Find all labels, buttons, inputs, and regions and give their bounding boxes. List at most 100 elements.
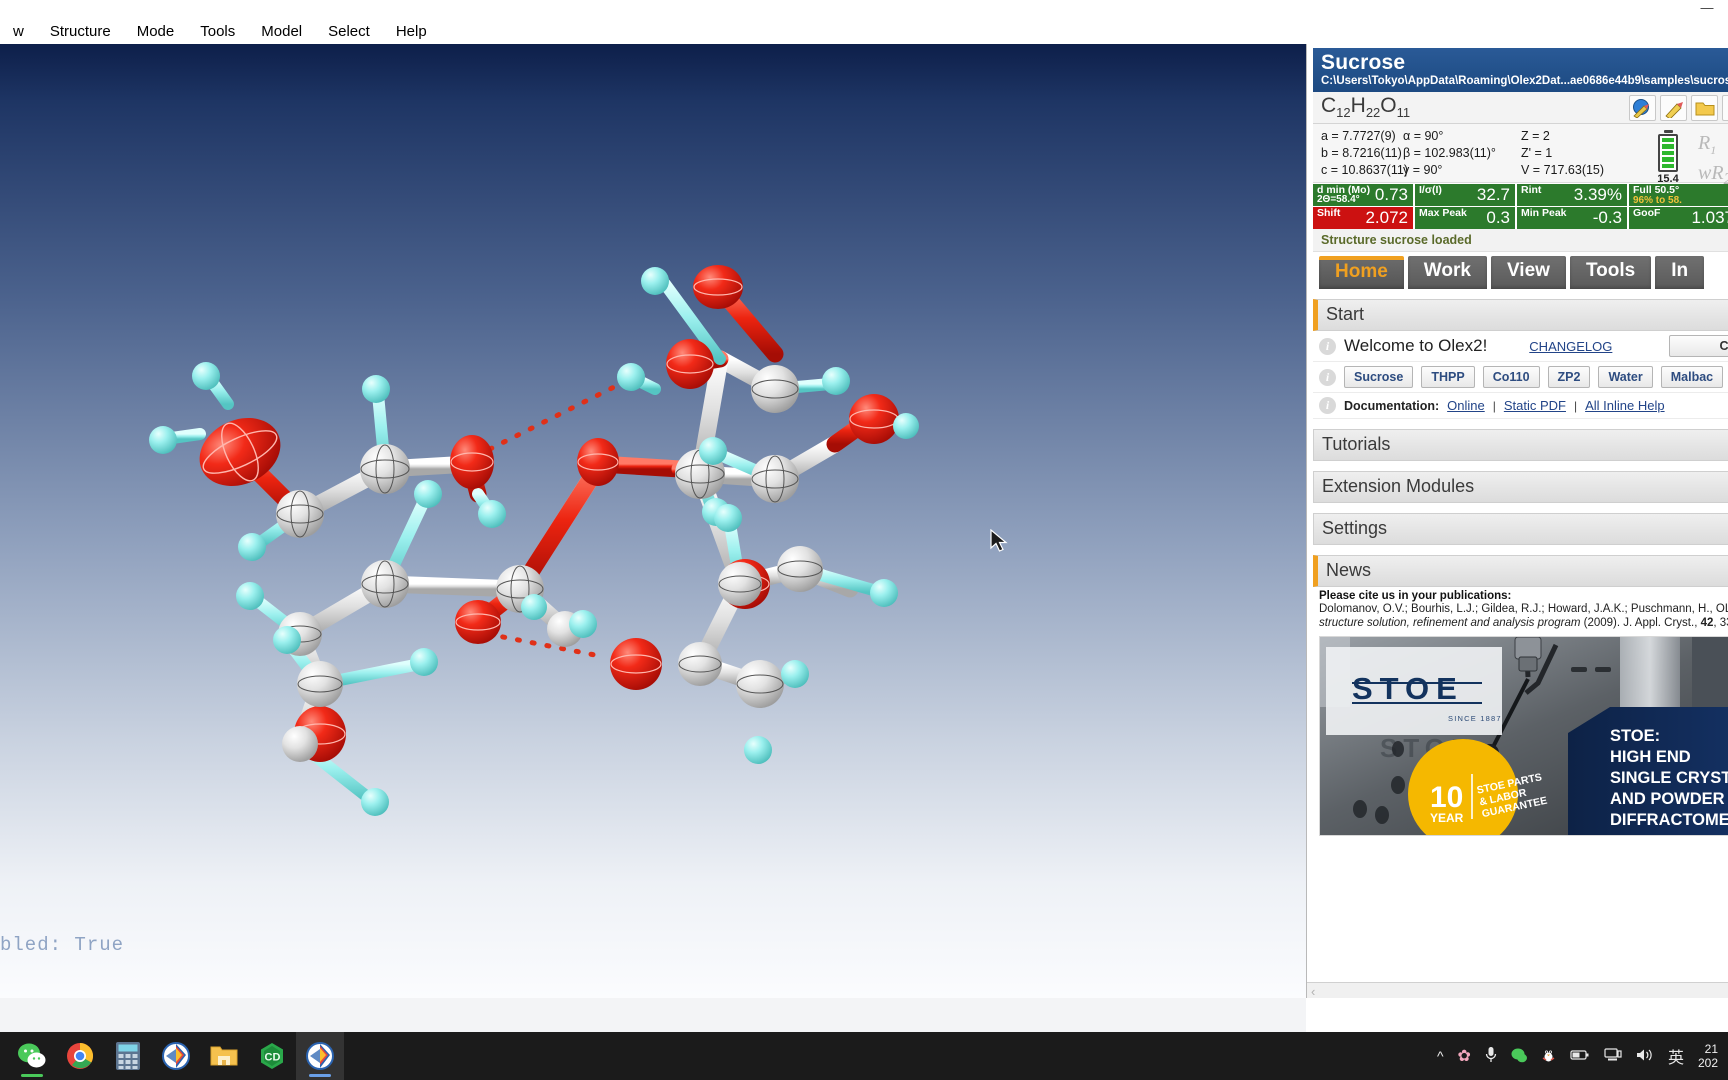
news-body: Please cite us in your publications: Dol…	[1313, 587, 1728, 836]
welcome-row: i Welcome to Olex2! CHANGELOG C	[1313, 331, 1728, 362]
stat-dmin-sublabel: 2Θ=58.4°	[1317, 194, 1360, 205]
sample-button-zp2[interactable]: ZP2	[1547, 366, 1591, 388]
section-settings[interactable]: Settings	[1313, 513, 1728, 545]
pencil-icon[interactable]	[1660, 95, 1687, 121]
menu-item-mode[interactable]: Mode	[124, 21, 188, 42]
doc-link-all-inline-help[interactable]: All Inline Help	[1585, 398, 1665, 413]
show-hidden-icons-chevron[interactable]: ^	[1437, 1048, 1444, 1064]
tab-view[interactable]: View	[1490, 256, 1566, 289]
r1-label: R1	[1698, 132, 1717, 157]
scroll-left-arrow-icon[interactable]: ‹	[1311, 984, 1315, 998]
structure-file-path: C:\Users\Tokyo\AppData\Roaming\Olex2Dat.…	[1321, 75, 1728, 87]
network-icon[interactable]	[1604, 1047, 1622, 1065]
stat-shift-label: Shift	[1317, 207, 1341, 219]
olex2-icon[interactable]	[152, 1032, 200, 1080]
doc-link-static-pdf[interactable]: Static PDF	[1504, 398, 1566, 413]
system-tray: ^ ✿ 英 21 202	[1437, 1042, 1728, 1070]
stoe-since-text: SINCE 1887	[1448, 714, 1502, 723]
menu-item-tools[interactable]: Tools	[187, 21, 248, 42]
info-icon: i	[1319, 337, 1336, 355]
stat-completeness[interactable]: Full 50.5° 96% to 58.	[1629, 184, 1728, 206]
sample-button-co110[interactable]: Co110	[1482, 366, 1540, 388]
main-tab-bar: Home Work View Tools In	[1313, 252, 1728, 289]
ime-language-icon[interactable]: 英	[1668, 1044, 1684, 1068]
stat-dmin[interactable]: d min (Mo) 2Θ=58.4° 0.73	[1313, 184, 1413, 206]
menu-item-help[interactable]: Help	[383, 21, 440, 42]
documentation-label: Documentation:	[1344, 398, 1440, 413]
qq-penguin-icon[interactable]	[1541, 1046, 1556, 1066]
panel-horizontal-scrollbar[interactable]: ‹	[1307, 982, 1728, 998]
stoe-advertisement[interactable]: STOE SINCE 1887 STOE 10 YEAR STOE PARTS …	[1319, 636, 1728, 836]
calculator-icon[interactable]	[104, 1032, 152, 1080]
wechat-tray-icon[interactable]	[1511, 1047, 1527, 1066]
cell-volume: V = 717.63(15)	[1521, 162, 1605, 177]
battery-icon[interactable]	[1570, 1049, 1590, 1064]
chrome-icon[interactable]	[56, 1032, 104, 1080]
menu-item-model[interactable]: Model	[248, 21, 315, 42]
svg-text:CD: CD	[265, 1052, 281, 1064]
stats-row-1: d min (Mo) 2Θ=58.4° 0.73 I/σ(I) 32.7 Rin…	[1313, 184, 1728, 206]
status-line: Structure sucrose loaded	[1313, 229, 1728, 252]
doc-link-online[interactable]: Online	[1447, 398, 1485, 413]
stat-shift[interactable]: Shift 2.072	[1313, 207, 1413, 229]
cell-b: b = 8.7216(11)	[1321, 145, 1402, 160]
sphere-pencil-icon[interactable]	[1629, 95, 1656, 121]
sample-button-thpp[interactable]: THPP	[1421, 366, 1475, 388]
stat-rint-value: 3.39%	[1573, 185, 1622, 204]
taskbar-clock[interactable]: 21 202	[1698, 1042, 1722, 1070]
sample-button-water[interactable]: Water	[1598, 366, 1653, 388]
citation-line-2: structure solution, refinement and analy…	[1319, 616, 1728, 630]
citation-italic-2: structure solution, refinement and analy…	[1319, 617, 1581, 629]
stat-rint[interactable]: Rint 3.39%	[1517, 184, 1627, 206]
menu-item-view[interactable]: w	[0, 21, 37, 42]
file-explorer-icon[interactable]	[200, 1032, 248, 1080]
section-news[interactable]: News	[1313, 555, 1728, 587]
stat-completeness-label: Full 50.5°	[1633, 184, 1680, 196]
stat-goof-label: GooF	[1633, 207, 1661, 219]
stat-goof[interactable]: GooF 1.037	[1629, 207, 1728, 229]
menu-item-select[interactable]: Select	[315, 21, 383, 42]
tab-work[interactable]: Work	[1407, 256, 1487, 289]
changelog-link[interactable]: CHANGELOG	[1529, 339, 1612, 354]
battery-body	[1658, 134, 1678, 172]
sample-button-malbac[interactable]: Malbac	[1660, 366, 1724, 388]
section-tutorials[interactable]: Tutorials	[1313, 429, 1728, 461]
sample-button-sucrose[interactable]: Sucrose	[1344, 366, 1414, 388]
notepad-icon[interactable]	[1722, 95, 1728, 121]
structure-header: Sucrose C:\Users\Tokyo\AppData\Roaming\O…	[1313, 48, 1728, 92]
clock-date: 202	[1697, 1056, 1718, 1070]
microphone-icon[interactable]	[1485, 1046, 1497, 1067]
title-bar: —	[0, 0, 1728, 18]
tab-home[interactable]: Home	[1319, 256, 1404, 289]
menu-item-structure[interactable]: Structure	[37, 21, 124, 42]
section-start[interactable]: Start	[1313, 299, 1728, 331]
ad-headline-3: SINGLE CRYSTA	[1610, 769, 1728, 787]
citation-pages: , 339-	[1713, 617, 1728, 629]
stat-minpeak[interactable]: Min Peak -0.3	[1517, 207, 1627, 229]
stat-maxpeak[interactable]: Max Peak 0.3	[1415, 207, 1515, 229]
tab-tools[interactable]: Tools	[1569, 256, 1652, 289]
stat-maxpeak-label: Max Peak	[1419, 207, 1467, 219]
minimize-button[interactable]: —	[1696, 1, 1718, 17]
molecule-viewport-3d[interactable]: bled: True	[0, 44, 1306, 998]
cell-zprime: Z' = 1	[1521, 145, 1553, 160]
folder-icon[interactable]	[1691, 95, 1718, 121]
tab-info[interactable]: In	[1655, 256, 1705, 289]
citation-volume: 42	[1700, 617, 1714, 629]
stat-isigma[interactable]: I/σ(I) 32.7	[1415, 184, 1515, 206]
start-right-button[interactable]: C	[1669, 335, 1728, 357]
flower-icon[interactable]: ✿	[1458, 1046, 1471, 1066]
citation-line-1: Dolomanov, O.V.; Bourhis, L.J.; Gildea, …	[1319, 602, 1728, 616]
ad-headline-1: STOE:	[1610, 727, 1660, 745]
ad-headline-4: AND POWDER	[1610, 790, 1725, 808]
windows-taskbar: CD ^ ✿ 英 21 202	[0, 1032, 1728, 1080]
volume-icon[interactable]	[1636, 1048, 1654, 1065]
structure-toolbar: TWINS	[1629, 95, 1728, 121]
olex2-active-icon[interactable]	[296, 1032, 344, 1080]
cd-icon[interactable]: CD	[248, 1032, 296, 1080]
wechat-icon[interactable]	[8, 1032, 56, 1080]
section-extension-modules[interactable]: Extension Modules	[1313, 471, 1728, 503]
olex2-application-window: — w Structure Mode Tools Model Select He…	[0, 0, 1728, 1080]
sucrose-molecule-render	[149, 265, 919, 816]
stat-minpeak-value: -0.3	[1592, 208, 1622, 227]
